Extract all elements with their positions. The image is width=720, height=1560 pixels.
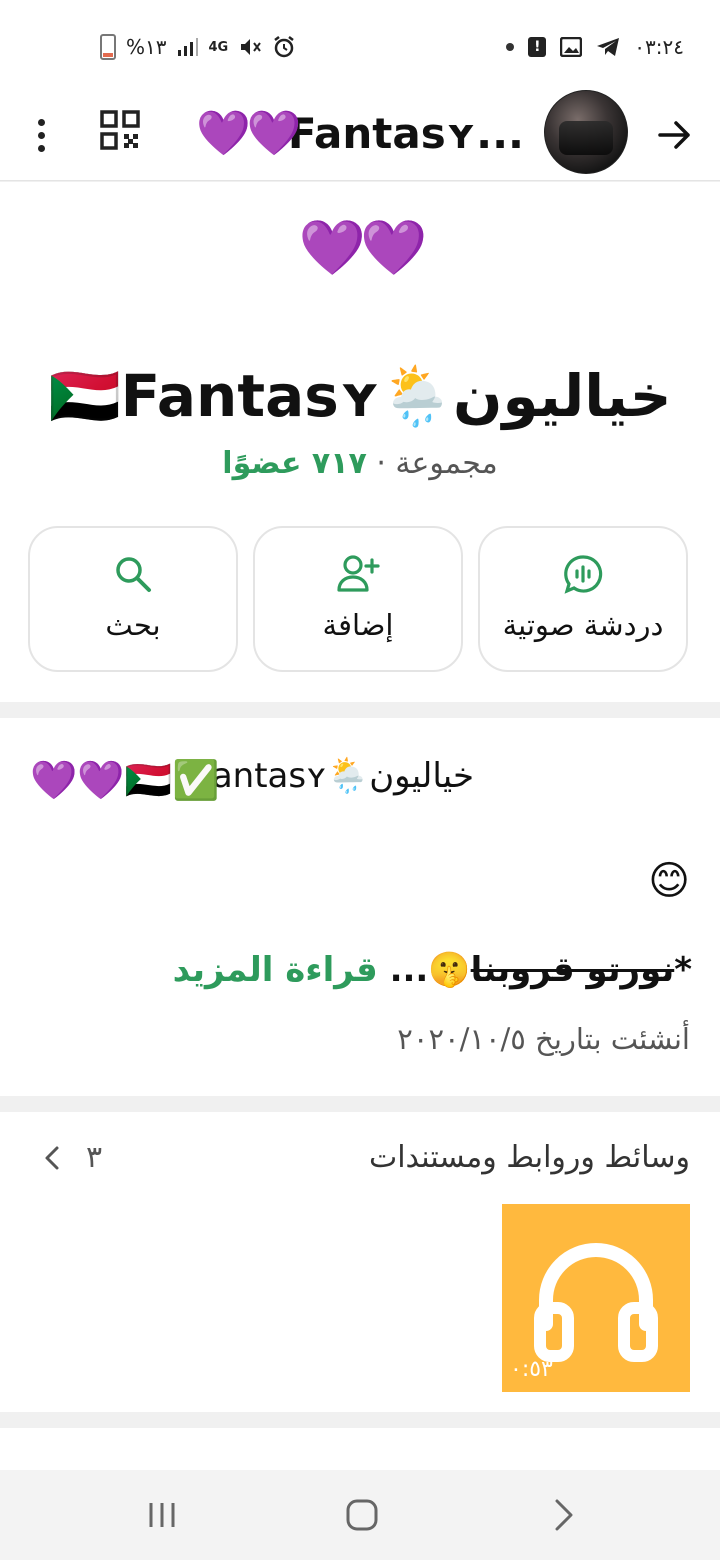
alert-icon: ! <box>528 37 547 57</box>
qr-code-icon <box>100 110 140 150</box>
signal-icon <box>177 38 198 56</box>
media-count: ٣ <box>86 1140 103 1175</box>
search-label: بحث <box>105 608 161 642</box>
media-title[interactable]: وسائط وروابط ومستندات <box>369 1140 690 1175</box>
battery-level: %١٣ <box>126 35 167 59</box>
gallery-icon <box>560 37 583 57</box>
description-tail: 🤫... <box>389 950 471 990</box>
status-bar: %١٣ 4G ! ٠٣:٢٤ <box>0 0 720 90</box>
4g-icon: 4G <box>208 39 229 55</box>
dot-icon <box>506 43 515 51</box>
search-icon <box>116 557 151 592</box>
qr-code-button[interactable] <box>100 110 140 150</box>
read-more-link[interactable]: قراءة المزيد <box>173 950 378 990</box>
group-type: مجموعة · <box>366 446 498 481</box>
toolbar-hearts: 💜💜 <box>196 108 302 159</box>
group-header-card: 💜💜 خياليون🌦️🇸🇩Fantasʏ مجموعة · ٧١٧ عضوًا… <box>0 182 720 702</box>
voice-chat-button[interactable]: دردشة صوتية <box>478 526 688 672</box>
recents-button[interactable] <box>132 1492 192 1538</box>
clock: ٠٣:٢٤ <box>634 35 684 59</box>
add-member-label: إضافة <box>322 608 394 642</box>
description-star: * <box>674 950 692 990</box>
audio-thumbnail[interactable]: ٠:٥٣ <box>502 1204 690 1392</box>
status-left: %١٣ 4G <box>100 32 296 62</box>
voice-chat-label: دردشة صوتية <box>502 608 664 642</box>
created-date: أنشئت بتاريخ ٢٠٢٠/١٠/٥ <box>397 1022 690 1056</box>
group-name: خياليون🌦️🇸🇩Fantasʏ <box>48 362 672 430</box>
home-button[interactable] <box>332 1492 392 1538</box>
media-count-link[interactable]: ٣ <box>44 1140 102 1175</box>
audio-duration: ٠:٥٣ <box>510 1357 553 1382</box>
member-count[interactable]: ٧١٧ عضوًا <box>222 446 367 481</box>
home-icon <box>346 1499 378 1531</box>
telegram-icon <box>597 38 620 56</box>
mute-icon <box>241 39 262 55</box>
group-subtitle: مجموعة · ٧١٧ عضوًا <box>0 446 720 481</box>
arrow-right-icon <box>658 121 690 149</box>
description-card: خياليون🌦️Fantasʏ 💜💜🇸🇩✅ 😊 *نورتو قروبنا🤫.… <box>0 718 720 1096</box>
back-nav-button[interactable] <box>534 1492 594 1538</box>
description-emojis: 💜💜🇸🇩✅ <box>30 758 220 802</box>
recents-icon <box>149 1503 175 1527</box>
description-strike: نورتو قروبنا <box>470 950 675 990</box>
more-options-button[interactable] <box>24 110 58 160</box>
add-member-button[interactable]: إضافة <box>253 526 463 672</box>
media-card[interactable]: وسائط وروابط ومستندات ٣ ٠:٥٣ <box>0 1112 720 1412</box>
description-text: *نورتو قروبنا🤫... قراءة المزيد <box>173 950 692 990</box>
smile-emoji: 😊 <box>648 858 690 904</box>
add-user-icon <box>337 555 380 592</box>
voice-chat-icon <box>564 555 603 594</box>
chevron-right-icon <box>555 1499 573 1531</box>
chevron-left-icon <box>45 1146 59 1169</box>
toolbar-title[interactable]: Fantasʏ... <box>288 104 524 164</box>
toolbar: Fantasʏ... 💜💜 <box>0 90 720 181</box>
back-button[interactable] <box>648 108 702 162</box>
alarm-icon <box>274 36 294 58</box>
search-button[interactable]: بحث <box>28 526 238 672</box>
group-avatar[interactable] <box>544 90 628 174</box>
system-nav-bar <box>0 1470 720 1560</box>
header-hearts: 💜💜 <box>298 216 427 279</box>
description-title: خياليون🌦️Fantasʏ <box>195 756 474 796</box>
battery-icon <box>100 34 116 60</box>
status-right: ! ٠٣:٢٤ <box>506 32 684 62</box>
